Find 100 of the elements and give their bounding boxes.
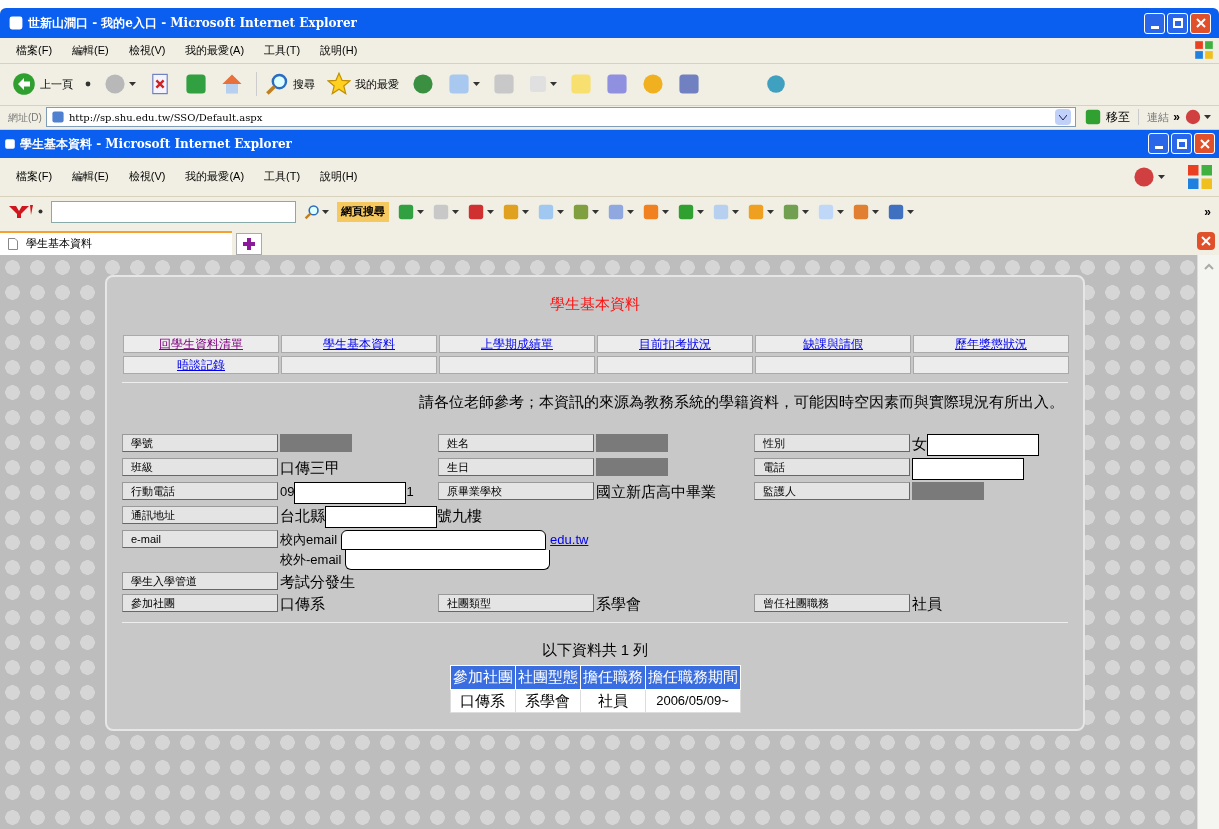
nav-link[interactable]: 歷年獎懲狀況 (913, 335, 1069, 353)
scrollbar[interactable] (1197, 254, 1219, 829)
browser-tab[interactable]: 學生基本資料 (0, 230, 232, 255)
field-value: 國立新店高中畢業 (596, 481, 716, 502)
more-chevron[interactable]: » (1204, 202, 1211, 221)
restore-button[interactable] (1171, 133, 1192, 154)
search-icon[interactable] (265, 72, 289, 96)
email-label: 校內email (280, 530, 338, 549)
caret-icon[interactable] (592, 209, 599, 214)
menu-item[interactable]: 說明(H) (320, 42, 358, 59)
more-chevron[interactable]: » (1173, 108, 1180, 126)
field-value: 口傳系 (280, 593, 325, 614)
caret-icon[interactable] (662, 209, 669, 214)
search-field[interactable] (51, 200, 296, 223)
menu-item[interactable]: 我的最愛(A) (185, 42, 245, 59)
menu-item[interactable]: 檢視(V) (128, 168, 166, 185)
field-label: 學號 (122, 433, 278, 452)
redaction-mark (596, 433, 668, 452)
menu-item[interactable]: 編輯(E) (72, 168, 109, 185)
caret-icon[interactable] (417, 209, 424, 214)
column-header: 社團型態 (515, 665, 580, 689)
field-value: 號九樓 (437, 505, 482, 526)
menu-item[interactable]: 說明(H) (320, 168, 358, 185)
nav-link[interactable]: 晤談記錄 (123, 356, 279, 374)
plus-icon (242, 236, 256, 251)
email-link[interactable]: edu.tw (550, 529, 589, 550)
close-button[interactable] (1194, 133, 1215, 154)
minimize-button[interactable] (1148, 133, 1169, 154)
caret-icon[interactable] (1158, 174, 1165, 179)
caret-icon[interactable] (557, 209, 564, 214)
search-button[interactable]: 搜尋 (256, 72, 315, 96)
caret-icon[interactable] (322, 209, 329, 214)
table-caption: 以下資料共 1 列 (540, 639, 650, 660)
yahoo-logo-icon[interactable] (8, 203, 34, 220)
menu-item[interactable]: 我的最愛(A) (185, 168, 245, 185)
close-icon (1195, 18, 1206, 28)
search-icon[interactable] (304, 203, 320, 220)
field-label: 參加社團 (122, 593, 278, 612)
go-button[interactable]: 移至 (1080, 108, 1135, 126)
nav-link[interactable]: 缺課與請假 (755, 335, 911, 353)
field-label: 監護人 (754, 481, 910, 500)
notice-text: 請各位老師參考；本資訊的來源為教務系統的學籍資料，可能因時空因素而與實際現況有所出入。 (418, 392, 1065, 412)
table-cell: 社員 (580, 689, 645, 713)
menu-item[interactable]: 工具(T) (264, 42, 301, 59)
caret-icon[interactable] (38, 209, 43, 214)
caret-icon[interactable] (837, 209, 844, 214)
new-tab-button[interactable] (236, 232, 262, 255)
close-tab-button[interactable] (1197, 231, 1215, 250)
table-cell: 口傳系 (450, 689, 515, 713)
caret-icon[interactable] (872, 209, 879, 214)
close-button[interactable] (1190, 12, 1211, 34)
back-button[interactable]: 上一頁 (12, 72, 73, 96)
nav-link[interactable]: 學生基本資料 (281, 335, 437, 353)
caret-icon[interactable] (732, 209, 739, 214)
nav-link[interactable]: 回學生資料清單 (123, 335, 279, 353)
star-icon[interactable] (327, 72, 351, 96)
menu-item[interactable]: 工具(T) (264, 168, 301, 185)
page-icon[interactable] (4, 137, 16, 150)
field-label: 生日 (438, 457, 594, 476)
menu-item[interactable]: 檔案(F) (16, 168, 53, 185)
column-header: 擔任職務 (580, 665, 645, 689)
caret-icon[interactable] (487, 209, 494, 214)
address-label: 網址(D) (8, 110, 42, 125)
column-header: 擔任職務期間 (645, 665, 740, 689)
caret-icon[interactable] (1204, 115, 1211, 119)
caret-icon[interactable] (697, 209, 704, 214)
menu-item[interactable]: 編輯(E) (72, 42, 109, 59)
menu-item[interactable]: 檢視(V) (128, 42, 166, 59)
favorites-button[interactable]: 我的最愛 (327, 72, 399, 96)
caret-icon[interactable] (522, 209, 529, 214)
field-value: 1 (406, 482, 414, 501)
redaction-mark (596, 457, 668, 476)
nav-link[interactable]: 目前扣考狀況 (597, 335, 753, 353)
field-value: 系學會 (596, 593, 641, 614)
window-title: 世新山澗口 - 我的e入口 - Microsoft Internet Explorer (28, 15, 357, 32)
field-label: 通訊地址 (122, 505, 278, 524)
web-search-button[interactable]: 網頁搜尋 (337, 201, 389, 222)
caret-icon[interactable] (627, 209, 634, 214)
close-icon (1199, 138, 1210, 149)
caret-icon[interactable] (129, 82, 136, 86)
menu-item[interactable]: 檔案(F) (16, 42, 53, 59)
caret-icon[interactable] (473, 82, 480, 86)
field-label: 社團類型 (438, 593, 594, 612)
page-icon[interactable] (50, 110, 65, 124)
links-label[interactable]: 連結 (1138, 108, 1170, 126)
page-icon[interactable] (8, 15, 24, 31)
home-icon[interactable] (220, 72, 244, 96)
caret-icon[interactable] (802, 209, 809, 214)
address-field[interactable]: http://sp.shu.edu.tw/SSO/Default.aspx (45, 107, 1077, 127)
caret-icon[interactable] (907, 209, 914, 214)
caret-icon[interactable] (85, 81, 91, 87)
field-label: 班級 (122, 457, 278, 476)
nav-link[interactable]: 上學期成績單 (439, 335, 595, 353)
minimize-button[interactable] (1144, 12, 1165, 34)
caret-icon[interactable] (550, 82, 557, 86)
maximize-button[interactable] (1167, 12, 1188, 34)
caret-icon[interactable] (767, 209, 774, 214)
dropdown-icon[interactable] (1055, 109, 1072, 125)
windows-logo-icon[interactable] (1193, 39, 1215, 62)
caret-icon[interactable] (452, 209, 459, 214)
